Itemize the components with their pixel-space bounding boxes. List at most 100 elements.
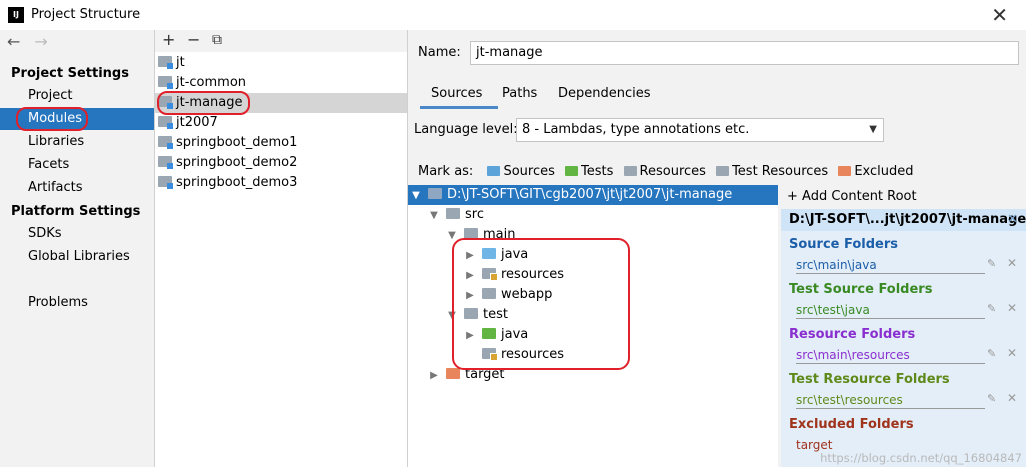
back-arrow-icon[interactable]: ← bbox=[7, 32, 20, 51]
excluded-folder-icon bbox=[446, 368, 460, 379]
sidebar-item-modules[interactable]: Modules bbox=[0, 108, 154, 130]
edit-icon[interactable]: ✎ bbox=[987, 302, 996, 315]
folder-icon bbox=[446, 208, 460, 219]
mark-sources-button[interactable]: Sources bbox=[487, 164, 555, 179]
remove-icon[interactable]: ✕ bbox=[1007, 391, 1017, 405]
title-bar: IJ Project Structure ✕ bbox=[0, 0, 1026, 30]
module-item[interactable]: jt2007 bbox=[155, 113, 407, 133]
collapsed-arrow-icon[interactable]: ▶ bbox=[464, 246, 476, 266]
collapsed-arrow-icon[interactable]: ▶ bbox=[464, 286, 476, 306]
tree-row-content-root[interactable]: ▼ D:\JT-SOFT\GIT\cgb2007\jt\jt2007\jt-man… bbox=[408, 185, 778, 205]
sidebar-item-facets[interactable]: Facets bbox=[0, 154, 154, 176]
expand-arrow-icon[interactable]: ▼ bbox=[446, 226, 458, 246]
mark-resources-button[interactable]: Resources bbox=[623, 164, 706, 179]
tab-dependencies[interactable]: Dependencies bbox=[558, 86, 651, 101]
tests-folder-icon bbox=[565, 166, 579, 176]
source-folder-path: src\main\java bbox=[796, 257, 985, 274]
window-title: Project Structure bbox=[31, 7, 141, 22]
mark-excluded-button[interactable]: Excluded bbox=[838, 164, 914, 179]
resource-folder-path: src\main\resources bbox=[796, 347, 985, 364]
module-folder-icon bbox=[158, 176, 173, 189]
excluded-folders-heading: Excluded Folders bbox=[789, 417, 914, 432]
collapsed-arrow-icon[interactable]: ▶ bbox=[464, 266, 476, 286]
tree-row[interactable]: ▶ java bbox=[408, 245, 778, 265]
language-level-label: Language level: bbox=[414, 122, 518, 137]
forward-arrow-icon[interactable]: → bbox=[34, 32, 47, 51]
resources-folder-icon bbox=[623, 166, 637, 176]
module-folder-icon bbox=[158, 136, 173, 149]
sidebar-item-problems[interactable]: Problems bbox=[0, 292, 154, 314]
collapsed-arrow-icon[interactable]: ▶ bbox=[428, 366, 440, 386]
edit-icon[interactable]: ✎ bbox=[987, 392, 996, 405]
source-folder-icon bbox=[482, 248, 496, 259]
content-root-tree: ▼ D:\JT-SOFT\GIT\cgb2007\jt\jt2007\jt-man… bbox=[408, 185, 778, 467]
tree-row[interactable]: ▼ test bbox=[408, 305, 778, 325]
tab-sources[interactable]: Sources bbox=[431, 86, 482, 101]
mark-test-resources-button[interactable]: Test Resources bbox=[716, 164, 828, 179]
edit-icon[interactable]: ✎ bbox=[987, 257, 996, 270]
sidebar-item-global-libraries[interactable]: Global Libraries bbox=[0, 246, 154, 268]
remove-icon[interactable]: ✕ bbox=[1007, 256, 1017, 270]
test-folder-icon bbox=[482, 328, 496, 339]
module-item[interactable]: jt bbox=[155, 53, 407, 73]
remove-icon[interactable]: ✕ bbox=[1007, 301, 1017, 315]
tree-row[interactable]: ▶ webapp bbox=[408, 285, 778, 305]
tree-row[interactable]: ▼ src bbox=[408, 205, 778, 225]
module-item[interactable]: springboot_demo2 bbox=[155, 153, 407, 173]
module-detail-panel: Name: jt-manage Sources Paths Dependenci… bbox=[408, 30, 1026, 467]
resource-folder-icon bbox=[482, 268, 498, 281]
project-settings-header: Project Settings bbox=[11, 66, 129, 81]
sidebar-item-libraries[interactable]: Libraries bbox=[0, 131, 154, 153]
expand-arrow-icon[interactable]: ▼ bbox=[428, 206, 440, 226]
modules-toolbar: + − ⧉ bbox=[155, 30, 407, 52]
module-item-selected[interactable]: jt-manage bbox=[155, 93, 407, 113]
remove-icon[interactable]: − bbox=[187, 30, 200, 49]
expand-arrow-icon[interactable]: ▼ bbox=[410, 186, 422, 206]
expand-arrow-icon[interactable]: ▼ bbox=[446, 306, 458, 326]
folder-icon bbox=[428, 188, 442, 199]
tree-row[interactable]: ▶ resources bbox=[408, 265, 778, 285]
sidebar-item-project[interactable]: Project bbox=[0, 85, 154, 107]
content-root-path: D:\JT-SOFT\...jt\jt2007\jt-manage ✕ bbox=[781, 209, 1026, 231]
language-level-select[interactable]: 8 - Lambdas, type annotations etc. ▼ bbox=[516, 118, 884, 142]
sidebar-item-sdks[interactable]: SDKs bbox=[0, 223, 154, 245]
test-resources-folder-icon bbox=[716, 166, 730, 176]
module-item[interactable]: springboot_demo3 bbox=[155, 173, 407, 193]
name-input[interactable]: jt-manage bbox=[470, 41, 1019, 65]
tab-paths[interactable]: Paths bbox=[502, 86, 537, 101]
intellij-app-icon: IJ bbox=[8, 7, 24, 23]
tree-row[interactable]: resources bbox=[408, 345, 778, 365]
close-icon[interactable]: ✕ bbox=[991, 3, 1008, 27]
module-folder-icon bbox=[158, 156, 173, 169]
name-label: Name: bbox=[418, 45, 461, 60]
nav-arrows: ← → bbox=[7, 32, 58, 51]
mark-tests-button[interactable]: Tests bbox=[565, 164, 613, 179]
platform-settings-header: Platform Settings bbox=[11, 204, 141, 219]
tree-row[interactable]: ▶ java bbox=[408, 325, 778, 345]
module-item[interactable]: springboot_demo1 bbox=[155, 133, 407, 153]
tree-row[interactable]: ▼ main bbox=[408, 225, 778, 245]
sidebar-item-artifacts[interactable]: Artifacts bbox=[0, 177, 154, 199]
source-folders-heading: Source Folders bbox=[789, 237, 899, 252]
modules-panel: + − ⧉ jt jt-common jt-manage jt2007 spri… bbox=[155, 30, 408, 467]
copy-icon[interactable]: ⧉ bbox=[212, 32, 222, 48]
excluded-folder-icon bbox=[838, 166, 852, 176]
module-folder-icon bbox=[158, 96, 173, 109]
module-folder-icon bbox=[158, 76, 173, 89]
content-roots-panel: + Add Content Root D:\JT-SOFT\...jt\jt20… bbox=[781, 185, 1026, 467]
tree-row[interactable]: ▶ target bbox=[408, 365, 778, 385]
mark-as-bar: Mark as: Sources Tests Resources Test Re… bbox=[418, 164, 920, 179]
test-resource-folders-heading: Test Resource Folders bbox=[789, 372, 950, 387]
collapsed-arrow-icon[interactable]: ▶ bbox=[464, 326, 476, 346]
folder-sections: Source Folders src\main\java ✎ ✕ Test Sou… bbox=[781, 231, 1026, 467]
edit-icon[interactable]: ✎ bbox=[987, 347, 996, 360]
test-resource-folder-path: src\test\resources bbox=[796, 392, 985, 409]
add-icon[interactable]: + bbox=[162, 30, 175, 49]
module-item[interactable]: jt-common bbox=[155, 73, 407, 93]
remove-icon[interactable]: ✕ bbox=[1007, 346, 1017, 360]
watermark: https://blog.csdn.net/qq_16804847 bbox=[820, 451, 1022, 465]
remove-root-icon[interactable]: ✕ bbox=[1007, 209, 1018, 231]
folder-icon bbox=[464, 308, 478, 319]
add-content-root-button[interactable]: + Add Content Root bbox=[781, 185, 1026, 209]
settings-sidebar: ← → Project Settings Project Modules Lib… bbox=[0, 30, 155, 467]
